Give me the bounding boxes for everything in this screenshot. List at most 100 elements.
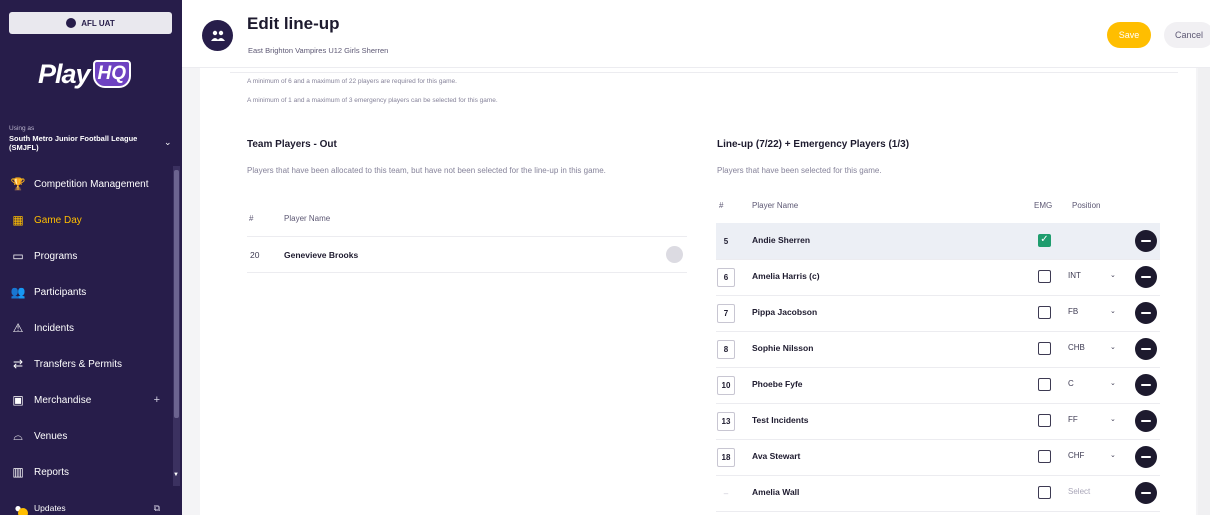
- divider: [247, 236, 687, 237]
- emergency-checkbox[interactable]: [1038, 378, 1051, 391]
- sidebar-item-label: Reports: [34, 466, 70, 478]
- player-number-input[interactable]: –: [717, 484, 735, 503]
- sidebar-item-label: Transfers & Permits: [34, 358, 122, 370]
- scroll-down-arrow-icon[interactable]: ▼: [173, 472, 179, 478]
- book-icon: ▭: [12, 249, 24, 263]
- remove-player-button[interactable]: [1135, 482, 1157, 504]
- col-header-player-name: Player Name: [284, 214, 331, 223]
- expand-plus-icon[interactable]: +: [154, 394, 160, 406]
- emergency-checkbox[interactable]: ✓: [1038, 234, 1051, 247]
- position-select[interactable]: CHF: [1068, 451, 1114, 460]
- sidebar-scroll-thumb[interactable]: [174, 170, 179, 418]
- divider: [247, 272, 687, 273]
- player-number-input[interactable]: 10: [717, 376, 735, 395]
- col-header-number: #: [719, 201, 724, 210]
- organisation-name[interactable]: South Metro Junior Football League (SMJF…: [9, 134, 159, 152]
- sidebar-item-competition-management[interactable]: 🏆 Competition Management: [0, 166, 172, 202]
- position-select[interactable]: CHB: [1068, 343, 1114, 352]
- player-number-input[interactable]: 18: [717, 448, 735, 467]
- emergency-checkbox[interactable]: [1038, 342, 1051, 355]
- remove-player-button[interactable]: [1135, 374, 1157, 396]
- sidebar-item-label: Competition Management: [34, 178, 149, 190]
- sidebar-item-venues[interactable]: ⌓ Venues: [0, 418, 172, 454]
- sidebar-item-label: Venues: [34, 430, 68, 442]
- sidebar-item-reports[interactable]: ▥ Reports: [0, 454, 172, 490]
- chevron-down-icon[interactable]: ⌄: [1110, 307, 1116, 315]
- environment-label: AFL UAT: [81, 18, 115, 28]
- warning-icon: ⚠: [12, 321, 24, 335]
- lineup-row: 5 Andie Sherren ✓: [716, 223, 1160, 259]
- sidebar-item-label: Game Day: [34, 214, 82, 226]
- sidebar-item-transfers-permits[interactable]: ⇄ Transfers & Permits: [0, 346, 172, 382]
- sidebar-item-label: Participants: [34, 286, 87, 298]
- position-select[interactable]: C: [1068, 379, 1114, 388]
- player-number-input[interactable]: 6: [717, 268, 735, 287]
- emergency-checkbox[interactable]: [1038, 270, 1051, 283]
- add-player-button[interactable]: [666, 246, 683, 263]
- chevron-down-icon[interactable]: ⌄: [1110, 451, 1116, 459]
- notice-player-limit: A minimum of 6 and a maximum of 22 playe…: [247, 78, 457, 85]
- remove-player-button[interactable]: [1135, 338, 1157, 360]
- chevron-down-icon[interactable]: ⌄: [1110, 271, 1116, 279]
- remove-player-button[interactable]: [1135, 266, 1157, 288]
- player-name: Sophie Nilsson: [752, 343, 814, 353]
- sidebar-nav: 🏆 Competition Management ▦ Game Day ▭ Pr…: [0, 166, 172, 515]
- player-name: Phoebe Fyfe: [752, 379, 803, 389]
- remove-player-button[interactable]: [1135, 230, 1157, 252]
- env-icon: [66, 18, 77, 28]
- box-icon: ▣: [12, 393, 24, 407]
- player-number-input[interactable]: 13: [717, 412, 735, 431]
- transfer-icon: ⇄: [12, 357, 24, 371]
- lineup-row: 6 Amelia Harris (c) INT ⌄: [716, 259, 1160, 295]
- lineup-row: 8 Sophie Nilsson CHB ⌄: [716, 331, 1160, 367]
- sidebar-item-participants[interactable]: 👥 Participants: [0, 274, 172, 310]
- environment-badge: AFL UAT: [9, 12, 172, 34]
- sidebar-item-label: Programs: [34, 250, 78, 262]
- chevron-down-icon[interactable]: ⌄: [1110, 379, 1116, 387]
- col-header-number: #: [249, 214, 254, 223]
- save-button[interactable]: Save: [1107, 22, 1151, 48]
- lineup-row: 13 Test Incidents FF ⌄: [716, 403, 1160, 439]
- people-icon: 👥: [10, 285, 26, 299]
- emergency-checkbox[interactable]: [1038, 306, 1051, 319]
- sidebar-item-game-day[interactable]: ▦ Game Day: [0, 202, 172, 238]
- playhq-logo[interactable]: Play HQ: [38, 54, 132, 94]
- sidebar-item-incidents[interactable]: ⚠ Incidents: [0, 310, 172, 346]
- divider: [716, 511, 1160, 512]
- divider: [230, 72, 1178, 73]
- emergency-checkbox[interactable]: [1038, 486, 1051, 499]
- position-select[interactable]: INT: [1068, 271, 1114, 280]
- emergency-checkbox[interactable]: [1038, 450, 1051, 463]
- emergency-checkbox[interactable]: [1038, 414, 1051, 427]
- remove-player-button[interactable]: [1135, 410, 1157, 432]
- lineup-row: 18 Ava Stewart CHF ⌄: [716, 439, 1160, 475]
- sidebar-item-merchandise[interactable]: ▣ Merchandise +: [0, 382, 172, 418]
- notification-dot-icon: [18, 508, 28, 515]
- col-header-emg: EMG: [1034, 201, 1053, 210]
- player-name: Amelia Harris (c): [752, 271, 820, 281]
- chevron-down-icon[interactable]: ⌄: [164, 137, 172, 148]
- page-subtitle: East Brighton Vampires U12 Girls Sherren: [248, 46, 389, 55]
- sidebar-item-label: Updates: [34, 503, 66, 513]
- player-number-input[interactable]: 7: [717, 304, 735, 323]
- cancel-button[interactable]: Cancel: [1164, 22, 1210, 48]
- page-scrollbar[interactable]: [1198, 68, 1210, 515]
- chevron-down-icon[interactable]: ⌄: [1110, 415, 1116, 423]
- player-number-input[interactable]: 8: [717, 340, 735, 359]
- position-select[interactable]: Select: [1068, 487, 1114, 496]
- trophy-icon: 🏆: [10, 177, 26, 191]
- sidebar-item-programs[interactable]: ▭ Programs: [0, 238, 172, 274]
- lineup-title: Line-up (7/22) + Emergency Players (1/3): [717, 139, 910, 150]
- player-name: Ava Stewart: [752, 451, 801, 461]
- stadium-icon: ⌓: [13, 428, 23, 443]
- remove-player-button[interactable]: [1135, 302, 1157, 324]
- col-header-position: Position: [1072, 201, 1101, 210]
- position-select[interactable]: FF: [1068, 415, 1114, 424]
- scoreboard-icon: ▦: [12, 213, 24, 227]
- position-select[interactable]: FB: [1068, 307, 1114, 316]
- remove-player-button[interactable]: [1135, 446, 1157, 468]
- col-header-player-name: Player Name: [752, 201, 799, 210]
- player-name: Genevieve Brooks: [284, 250, 359, 260]
- external-link-icon: ⧉: [153, 502, 160, 513]
- chevron-down-icon[interactable]: ⌄: [1110, 343, 1116, 351]
